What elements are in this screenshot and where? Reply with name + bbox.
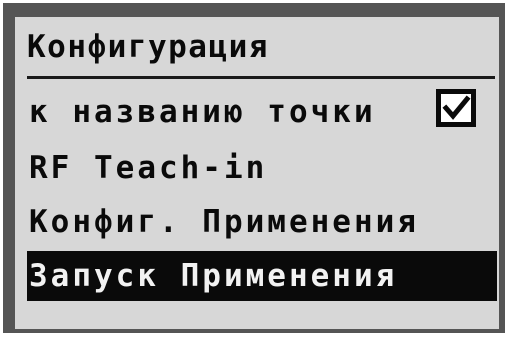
checkmark-icon [442,95,471,120]
menu-item-label: RF Teach-in [29,150,268,186]
menu-item-app-start[interactable]: Запуск Применения [27,251,497,301]
title-divider [27,76,495,79]
menu-item-rf-teach-in[interactable]: RF Teach-in [27,143,497,193]
menu-item-label: Запуск Применения [29,258,398,294]
menu-item-point-name[interactable]: к названию точки [27,87,497,137]
lcd-screen: Конфигурация к названию точки RF Teach-i… [15,17,499,329]
menu-item-label: Конфиг. Применения [29,204,419,240]
menu-item-label: к названию точки [29,94,376,130]
point-name-checkbox[interactable] [436,89,476,127]
menu-title: Конфигурация [27,29,269,65]
menu-item-app-config[interactable]: Конфиг. Применения [27,197,497,247]
device-bezel: Конфигурация к названию точки RF Teach-i… [3,3,505,333]
